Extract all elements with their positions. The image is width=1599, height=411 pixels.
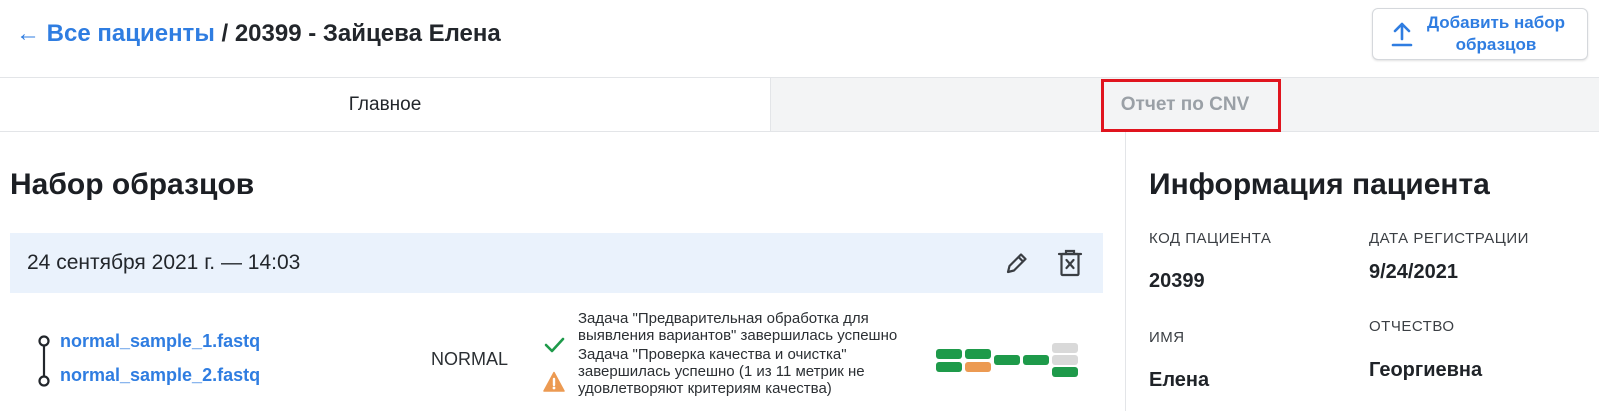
file-pair-connector-icon (38, 335, 50, 387)
task-status-1: Задача "Предварительная обработка для вы… (578, 310, 898, 344)
check-icon (544, 337, 565, 353)
patient-info-panel: Информация пациента КОД ПАЦИЕНТА 20399 Д… (1126, 132, 1599, 411)
sample-set-files-row: normal_sample_1.fastq normal_sample_2.fa… (10, 310, 1103, 411)
sample-type-label: NORMAL (431, 349, 509, 369)
qc-metric-1 (936, 349, 962, 359)
qc-metric-6 (1023, 355, 1049, 365)
page-title: 20399 - Зайцева Елена (234, 20, 501, 47)
tab-bar: Главное Отчет по CNV (0, 78, 1599, 132)
qc-metric-9 (1052, 367, 1078, 377)
qc-metric-5 (994, 355, 1020, 365)
tab-cnv-report[interactable]: Отчет по CNV (770, 78, 1599, 131)
breadcrumb: ← Все пациенты / 20399 - Зайцева Елена (16, 18, 501, 50)
patronymic-value: Георгиевна (1369, 359, 1483, 381)
qc-metric-3 (936, 362, 962, 372)
qc-metric-4 (965, 362, 991, 372)
qc-metric-7 (1052, 343, 1078, 353)
qc-metrics-indicator (936, 343, 1078, 377)
delete-sample-set-button[interactable] (1053, 246, 1087, 280)
sample-set-date: 24 сентября 2021 г. — 14:03 (27, 251, 301, 274)
first-name-value: Елена (1149, 369, 1210, 391)
sample-sets-panel: Набор образцов 24 сентября 2021 г. — 14:… (0, 132, 1126, 411)
qc-metric-8 (1052, 355, 1078, 365)
patient-info-title: Информация пациента (1149, 168, 1490, 201)
trash-icon (1057, 249, 1083, 277)
upload-icon (1391, 22, 1413, 47)
add-sample-set-label: Добавить набор образцов (1426, 13, 1566, 54)
warning-icon (543, 371, 565, 392)
task-status-2: Задача "Проверка качества и очистка" зав… (578, 346, 865, 397)
sample-sets-title: Набор образцов (10, 168, 255, 201)
file-link-2[interactable]: normal_sample_2.fastq (60, 364, 260, 386)
registration-date-value: 9/24/2021 (1369, 261, 1458, 283)
breadcrumb-separator: / (214, 20, 235, 47)
page-header: ← Все пациенты / 20399 - Зайцева Елена Д… (0, 0, 1599, 78)
registration-date-label: ДАТА РЕГИСТРАЦИИ (1369, 230, 1529, 247)
add-sample-set-button[interactable]: Добавить набор образцов (1372, 8, 1588, 60)
file-link-1[interactable]: normal_sample_1.fastq (60, 330, 260, 352)
qc-metric-2 (965, 349, 991, 359)
back-to-patients-link[interactable]: ← Все пациенты (16, 20, 215, 47)
tab-main[interactable]: Главное (0, 78, 770, 131)
patient-code-value: 20399 (1149, 270, 1205, 292)
patient-code-label: КОД ПАЦИЕНТА (1149, 230, 1272, 247)
first-name-label: ИМЯ (1149, 329, 1185, 346)
patronymic-label: ОТЧЕСТВО (1369, 318, 1455, 335)
sample-set-header: 24 сентября 2021 г. — 14:03 (10, 233, 1103, 293)
pencil-icon (1006, 253, 1027, 274)
edit-sample-set-button[interactable] (1000, 246, 1034, 280)
